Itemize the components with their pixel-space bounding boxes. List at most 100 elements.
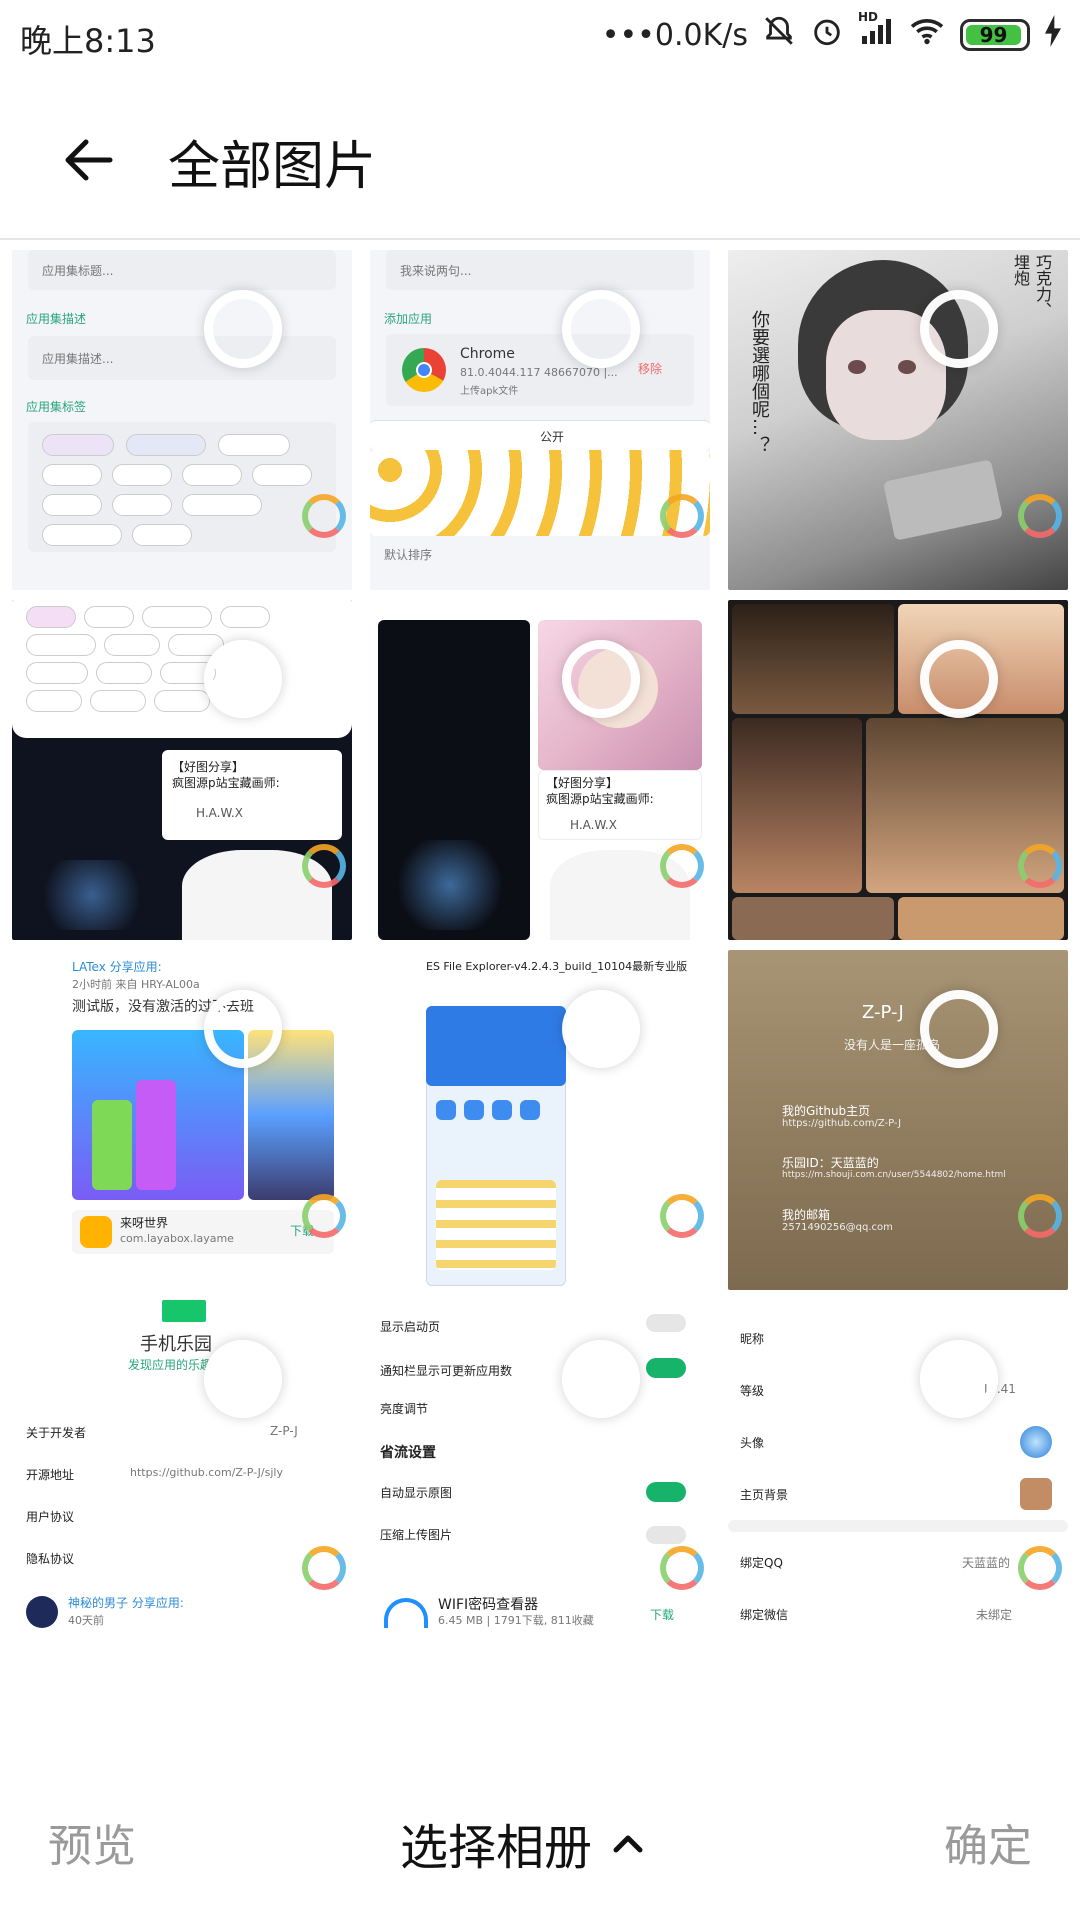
loading-icon [660,1546,704,1590]
thumb-text: https://github.com/Z-P-J [782,1118,902,1129]
grid-image[interactable]: 显示启动页 通知栏显示可更新应用数 亮度调节 省流设置 自动显示原图 压缩上传图… [370,1300,710,1740]
screenshot-thumb: 显示启动页 通知栏显示可更新应用数 亮度调节 省流设置 自动显示原图 压缩上传图… [370,1300,710,1740]
grid-image[interactable]: Z-P-J 没有人是一座孤岛 我的Github主页 https://github… [728,950,1068,1290]
thumb-text: 巧克力、 [1033,254,1052,318]
screenshot-thumb: LATex 分享应用: 2小时前 来自 HRY-AL00a 测试版，没有激活的过… [12,950,352,1290]
bottom-bar: 预览 选择相册 确定 [0,1740,1080,1920]
thumb-text: 添加应用 [384,312,433,326]
thumb-text: 压缩上传图片 [380,1528,453,1542]
thumb-text: 上传apk文件 [460,386,519,397]
select-album-button[interactable]: 选择相册 [400,1808,644,1878]
thumb-text: LATex 分享应用: [72,960,162,974]
photo-collage-thumb [728,600,1068,940]
thumb-text: 6.45 MB | 1791下载, 811收藏 [438,1614,594,1627]
thumb-text: 你要選哪個呢…？ [749,310,770,454]
grid-image[interactable]: 【好图分享】 疯图源p站宝藏画师: H.A.W.X [370,600,710,940]
select-circle[interactable] [204,990,282,1068]
thumb-text: 省流设置 [380,1445,436,1461]
battery-indicator: 99 [960,19,1030,51]
thumb-text: 隐私协议 [26,1552,75,1566]
select-circle[interactable] [204,640,282,718]
thumb-text: WIFI密码查看器 [438,1597,539,1613]
grid-image[interactable]: ES File Explorer-v4.2.4.3_build_10104最新专… [370,950,710,1290]
thumb-text: 来呀世界 [120,1216,169,1230]
select-circle[interactable] [562,290,640,368]
loading-icon [302,1194,346,1238]
screenshot-thumb: 【好图分享】 疯图源p站宝藏画师: H.A.W.X [370,600,710,940]
thumb-text: Z-P-J [862,1002,904,1023]
loading-icon [660,1194,704,1238]
thumb-text: 我的Github主页 [782,1104,871,1118]
thumb-text: 2571490256@qq.com [782,1222,893,1233]
thumb-text: H.A.W.X [196,806,243,820]
select-circle[interactable] [920,990,998,1068]
thumb-text: 乐园ID：天蓝蓝的 [782,1156,879,1170]
loading-icon [1018,844,1062,888]
select-circle[interactable] [562,640,640,718]
thumb-text: com.layabox.layame [120,1232,234,1245]
thumb-text: 开源地址 [26,1468,75,1482]
thumb-text: 神秘的男子 分享应用: [68,1596,184,1610]
screenshot-thumb: 手机乐园 发现应用的乐趣 关于开发者 Z-P-J 开源地址 https://gi… [12,1300,352,1740]
signal-icon: HD [858,10,894,54]
select-circle[interactable] [920,1340,998,1418]
thumb-text: https://github.com/Z-P-J/sjly [130,1466,283,1479]
thumb-text: 我来说两句... [400,264,472,278]
thumb-text: 显示启动页 [380,1320,441,1334]
grid-image[interactable]: 手机乐园 发现应用的乐趣 关于开发者 Z-P-J 开源地址 https://gi… [12,1300,352,1740]
thumb-text: 应用集标题... [42,264,114,278]
preview-button[interactable]: 预览 [48,1810,136,1874]
confirm-button[interactable]: 确定 [944,1810,1032,1874]
loading-icon [1018,1546,1062,1590]
wifi-icon [908,16,946,54]
thumb-text: 移除 [638,362,663,376]
select-circle[interactable] [204,290,282,368]
thumb-text: 埋炮 [1011,254,1030,286]
grid-image[interactable] [728,600,1068,940]
thumb-text: 天蓝蓝的 [962,1556,1011,1570]
thumb-text: 【好图分享】 [546,776,619,790]
thumb-text: 疯图源p站宝藏画师: [172,776,280,790]
thumb-text: 亮度调节 [380,1402,429,1416]
grid-image[interactable]: LATex 分享应用: 2小时前 来自 HRY-AL00a 测试版，没有激活的过… [12,950,352,1290]
loading-icon [1018,494,1062,538]
grid-image[interactable]: 昵称 等级 Lv.41 头像 主页背景 绑定QQ 天蓝蓝的 绑定微信 未绑定 [728,1300,1068,1740]
signal-hd-label: HD [858,10,879,24]
thumb-text: 手机乐园 [140,1334,212,1355]
loading-icon [660,494,704,538]
thumb-text: 默认排序 [384,548,433,562]
thumb-text: 应用集标签 [26,400,87,414]
back-button[interactable] [48,120,128,200]
screenshot-thumb: 昵称 等级 Lv.41 头像 主页背景 绑定QQ 天蓝蓝的 绑定微信 未绑定 [728,1300,1068,1740]
manga-thumb: 你要選哪個呢…？ 巧克力、 埋炮 [728,250,1068,590]
alarm-icon [810,14,844,56]
select-circle[interactable] [920,640,998,718]
loading-icon [660,844,704,888]
thumb-text: 发现应用的乐趣 [128,1358,213,1372]
charging-icon [1044,15,1062,55]
thumb-text: 绑定QQ [740,1556,783,1570]
thumb-text: 2小时前 来自 HRY-AL00a [72,978,200,991]
album-label: 选择相册 [400,1820,593,1876]
select-circle[interactable] [562,1340,640,1418]
thumb-text: https://m.shouji.com.cn/user/5544802/hom… [782,1170,1006,1180]
arrow-back-icon [65,139,113,181]
thumb-text: 40天前 [68,1614,104,1627]
grid-image[interactable]: 我来说两句... 添加应用 Chrome 81.0.4044.117 48667… [370,250,710,590]
thumb-text: 应用集描述 [26,312,87,326]
loading-icon [302,494,346,538]
status-bar: 晚上8:13 •••0.0K/s HD 99 [0,0,1080,72]
grid-image[interactable]: 应用集标题... 应用集描述 应用集描述... 应用集标签 [12,250,352,590]
select-circle[interactable] [920,290,998,368]
image-grid: 应用集标题... 应用集描述 应用集描述... 应用集标签 我来说两句... 添… [0,250,1080,1740]
thumb-text: 昵称 [740,1332,765,1346]
select-circle[interactable] [562,990,640,1068]
select-circle[interactable] [204,1340,282,1418]
thumb-text: 疯图源p站宝藏画师: [546,792,654,806]
thumb-text: 公开 [540,430,565,444]
thumb-text: 【好图分享】 [172,760,245,774]
thumb-text: Z-P-J [270,1424,298,1438]
network-speed: •••0.0K/s [601,17,748,53]
grid-image[interactable]: 你要選哪個呢…？ 巧克力、 埋炮 [728,250,1068,590]
grid-image[interactable]: 【好图分享】 疯图源p站宝藏画师: H.A.W.X [12,600,352,940]
